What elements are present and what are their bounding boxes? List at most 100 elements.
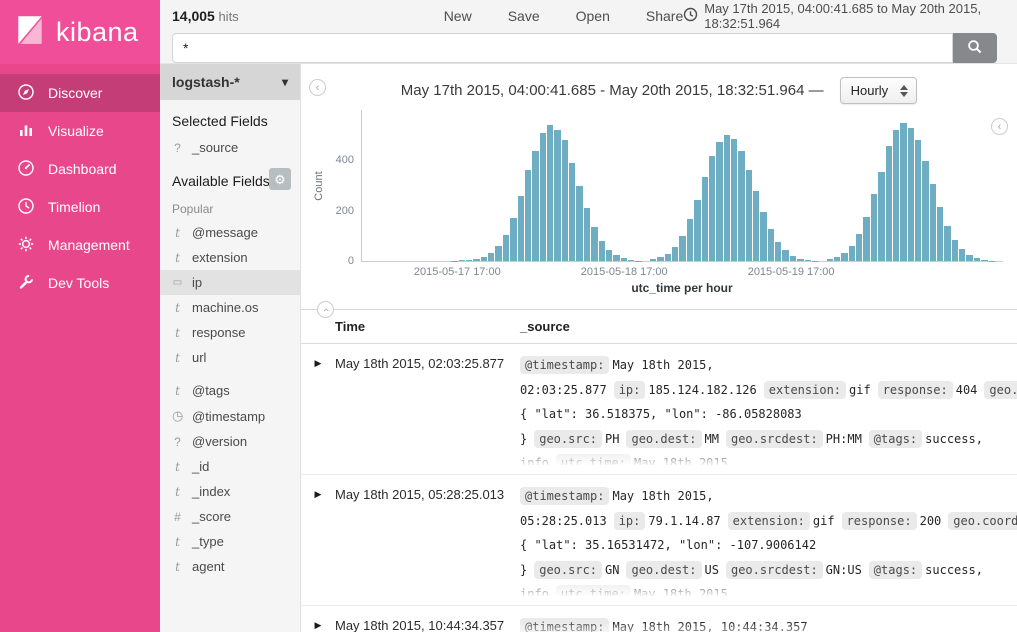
field-item-agent[interactable]: t agent: [160, 554, 300, 579]
histogram-bar[interactable]: [599, 241, 605, 261]
histogram-bar[interactable]: [532, 151, 538, 261]
histogram-bar[interactable]: [753, 191, 759, 261]
field-item-timestamp[interactable]: ◷ @timestamp: [160, 403, 300, 429]
histogram-bar[interactable]: [768, 229, 774, 261]
histogram-bar[interactable]: [459, 260, 465, 261]
histogram-bar[interactable]: [657, 257, 663, 261]
histogram-bar[interactable]: [694, 200, 700, 261]
histogram-bar[interactable]: [562, 140, 568, 261]
histogram-bar[interactable]: [554, 130, 560, 261]
histogram-bar[interactable]: [981, 260, 987, 261]
save-button[interactable]: Save: [508, 8, 540, 24]
histogram-bar[interactable]: [974, 258, 980, 261]
histogram-bar[interactable]: [473, 259, 479, 261]
histogram-bar[interactable]: [944, 226, 950, 261]
new-button[interactable]: New: [444, 8, 472, 24]
histogram-bar[interactable]: [797, 259, 803, 261]
histogram-bar[interactable]: [518, 196, 524, 261]
histogram-bar[interactable]: [540, 133, 546, 261]
histogram-bar[interactable]: [591, 227, 597, 261]
histogram-bar[interactable]: [952, 240, 958, 261]
field-settings-button[interactable]: ⚙: [269, 168, 291, 190]
histogram-bar[interactable]: [525, 170, 531, 261]
histogram-bar[interactable]: [576, 186, 582, 262]
histogram-bar[interactable]: [834, 257, 840, 261]
search-input[interactable]: [172, 33, 953, 63]
field-item-score[interactable]: # _score: [160, 504, 300, 529]
histogram-bar[interactable]: [731, 139, 737, 261]
histogram-bar[interactable]: [584, 208, 590, 261]
sidebar-item-management[interactable]: Management: [0, 226, 160, 264]
histogram-bar[interactable]: [856, 234, 862, 261]
field-item-message[interactable]: t @message: [160, 220, 300, 245]
sidebar-item-visualize[interactable]: Visualize: [0, 112, 160, 150]
histogram-bar[interactable]: [790, 256, 796, 261]
field-item-url[interactable]: t url: [160, 345, 300, 370]
histogram-bar[interactable]: [716, 142, 722, 261]
histogram-bar[interactable]: [908, 128, 914, 261]
sidebar-item-dashboard[interactable]: Dashboard: [0, 150, 160, 188]
histogram-bar[interactable]: [738, 151, 744, 261]
histogram-bar[interactable]: [621, 258, 627, 261]
histogram-bar[interactable]: [702, 177, 708, 261]
histogram-bar[interactable]: [503, 235, 509, 261]
field-item-type[interactable]: t _type: [160, 529, 300, 554]
collapse-table-button[interactable]: ‹: [317, 301, 334, 318]
histogram-bar[interactable]: [665, 254, 671, 261]
sidebar-item-dev-tools[interactable]: Dev Tools: [0, 264, 160, 302]
collapse-sidebar-button[interactable]: ‹: [309, 79, 326, 96]
histogram-bar[interactable]: [922, 161, 928, 261]
histogram-bar[interactable]: [510, 218, 516, 261]
histogram-bar[interactable]: [466, 260, 472, 262]
collapse-chart-button[interactable]: ‹: [991, 118, 1008, 135]
interval-select[interactable]: Hourly: [840, 77, 918, 104]
histogram-bar[interactable]: [547, 125, 553, 261]
histogram-bar[interactable]: [635, 261, 641, 262]
field-item-tags[interactable]: t @tags: [160, 378, 300, 403]
histogram-bar[interactable]: [989, 261, 995, 262]
field-item-index[interactable]: t _index: [160, 479, 300, 504]
share-button[interactable]: Share: [646, 8, 683, 24]
histogram-bar[interactable]: [878, 172, 884, 261]
histogram-bar[interactable]: [900, 123, 906, 261]
field-item-machine-os[interactable]: t machine.os: [160, 295, 300, 320]
histogram-bar[interactable]: [606, 250, 612, 261]
expand-row-button[interactable]: ▶: [301, 484, 335, 596]
open-button[interactable]: Open: [576, 8, 610, 24]
histogram-bar[interactable]: [805, 260, 811, 261]
histogram-bar[interactable]: [775, 242, 781, 261]
histogram-bar[interactable]: [841, 253, 847, 261]
histogram-bar[interactable]: [628, 260, 634, 261]
histogram-bar[interactable]: [481, 257, 487, 261]
histogram-bar[interactable]: [827, 259, 833, 261]
histogram-bar[interactable]: [488, 253, 494, 261]
field-item-extension[interactable]: t extension: [160, 245, 300, 270]
expand-row-button[interactable]: ▶: [301, 615, 335, 632]
histogram-bar[interactable]: [930, 184, 936, 261]
time-column-header[interactable]: Time: [301, 319, 520, 334]
histogram-bar[interactable]: [812, 261, 818, 262]
histogram-bar[interactable]: [915, 140, 921, 261]
histogram-bar[interactable]: [782, 250, 788, 261]
field-item-response[interactable]: t response: [160, 320, 300, 345]
histogram-bar[interactable]: [746, 170, 752, 261]
kibana-logo[interactable]: kibana: [0, 0, 160, 64]
histogram-bar[interactable]: [672, 247, 678, 261]
histogram-bar[interactable]: [687, 219, 693, 261]
expand-row-button[interactable]: ▶: [301, 353, 335, 465]
sidebar-item-discover[interactable]: Discover: [0, 74, 160, 112]
time-picker-button[interactable]: May 17th 2015, 04:00:41.685 to May 20th …: [683, 1, 1003, 31]
histogram-bar[interactable]: [937, 207, 943, 261]
histogram-bar[interactable]: [569, 163, 575, 261]
histogram-bar[interactable]: [959, 249, 965, 261]
field-item-id[interactable]: t _id: [160, 454, 300, 479]
field-item-ip[interactable]: ▭ ip: [160, 270, 300, 295]
histogram-bar[interactable]: [886, 146, 892, 262]
histogram-bar[interactable]: [871, 194, 877, 261]
histogram-bar[interactable]: [709, 156, 715, 261]
sidebar-item-timelion[interactable]: Timelion: [0, 188, 160, 226]
histogram-bar[interactable]: [760, 212, 766, 261]
histogram-bar[interactable]: [679, 236, 685, 261]
field-item-version[interactable]: ? @version: [160, 429, 300, 454]
histogram-bar[interactable]: [724, 135, 730, 261]
